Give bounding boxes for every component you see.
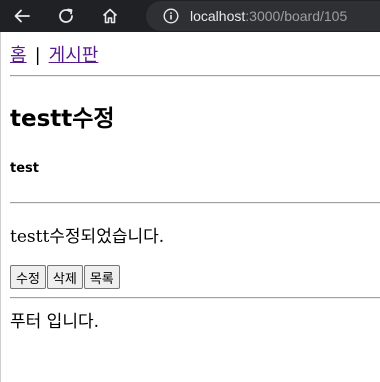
header-divider: [10, 75, 380, 77]
content-divider: [10, 202, 380, 204]
url-host: localhost: [190, 8, 246, 24]
home-icon: [102, 8, 118, 24]
footer-text: 푸터 입니다.: [10, 312, 100, 332]
reload-button[interactable]: [52, 2, 80, 30]
reload-icon: [59, 8, 73, 23]
nav-separator: |: [34, 45, 41, 66]
post-actions: 수정 삭제 목록: [10, 265, 121, 289]
home-button[interactable]: [96, 2, 124, 30]
top-navigation: 홈 | 게시판: [10, 44, 98, 68]
site-info-button[interactable]: [162, 7, 180, 25]
post-title: testt수정: [10, 106, 115, 132]
info-icon: [163, 8, 179, 24]
list-button[interactable]: 목록: [83, 265, 120, 289]
home-link[interactable]: 홈: [10, 45, 27, 66]
browser-toolbar: localhost:3000/board/105: [0, 0, 380, 32]
delete-button[interactable]: 삭제: [46, 265, 83, 289]
page-content: 홈 | 게시판 testt수정 test testt수정되었습니다. 수정 삭제 목…: [0, 32, 380, 382]
footer-divider: [10, 297, 380, 299]
post-author: test: [10, 161, 39, 176]
board-link[interactable]: 게시판: [49, 45, 99, 66]
back-icon: [14, 9, 30, 23]
url-path: :3000/board/105: [245, 8, 348, 24]
url-text[interactable]: localhost:3000/board/105: [190, 8, 347, 24]
post-content: testt수정되었습니다.: [10, 227, 165, 247]
back-button[interactable]: [8, 2, 36, 30]
edit-button[interactable]: 수정: [10, 265, 46, 289]
address-bar[interactable]: localhost:3000/board/105: [146, 1, 380, 31]
